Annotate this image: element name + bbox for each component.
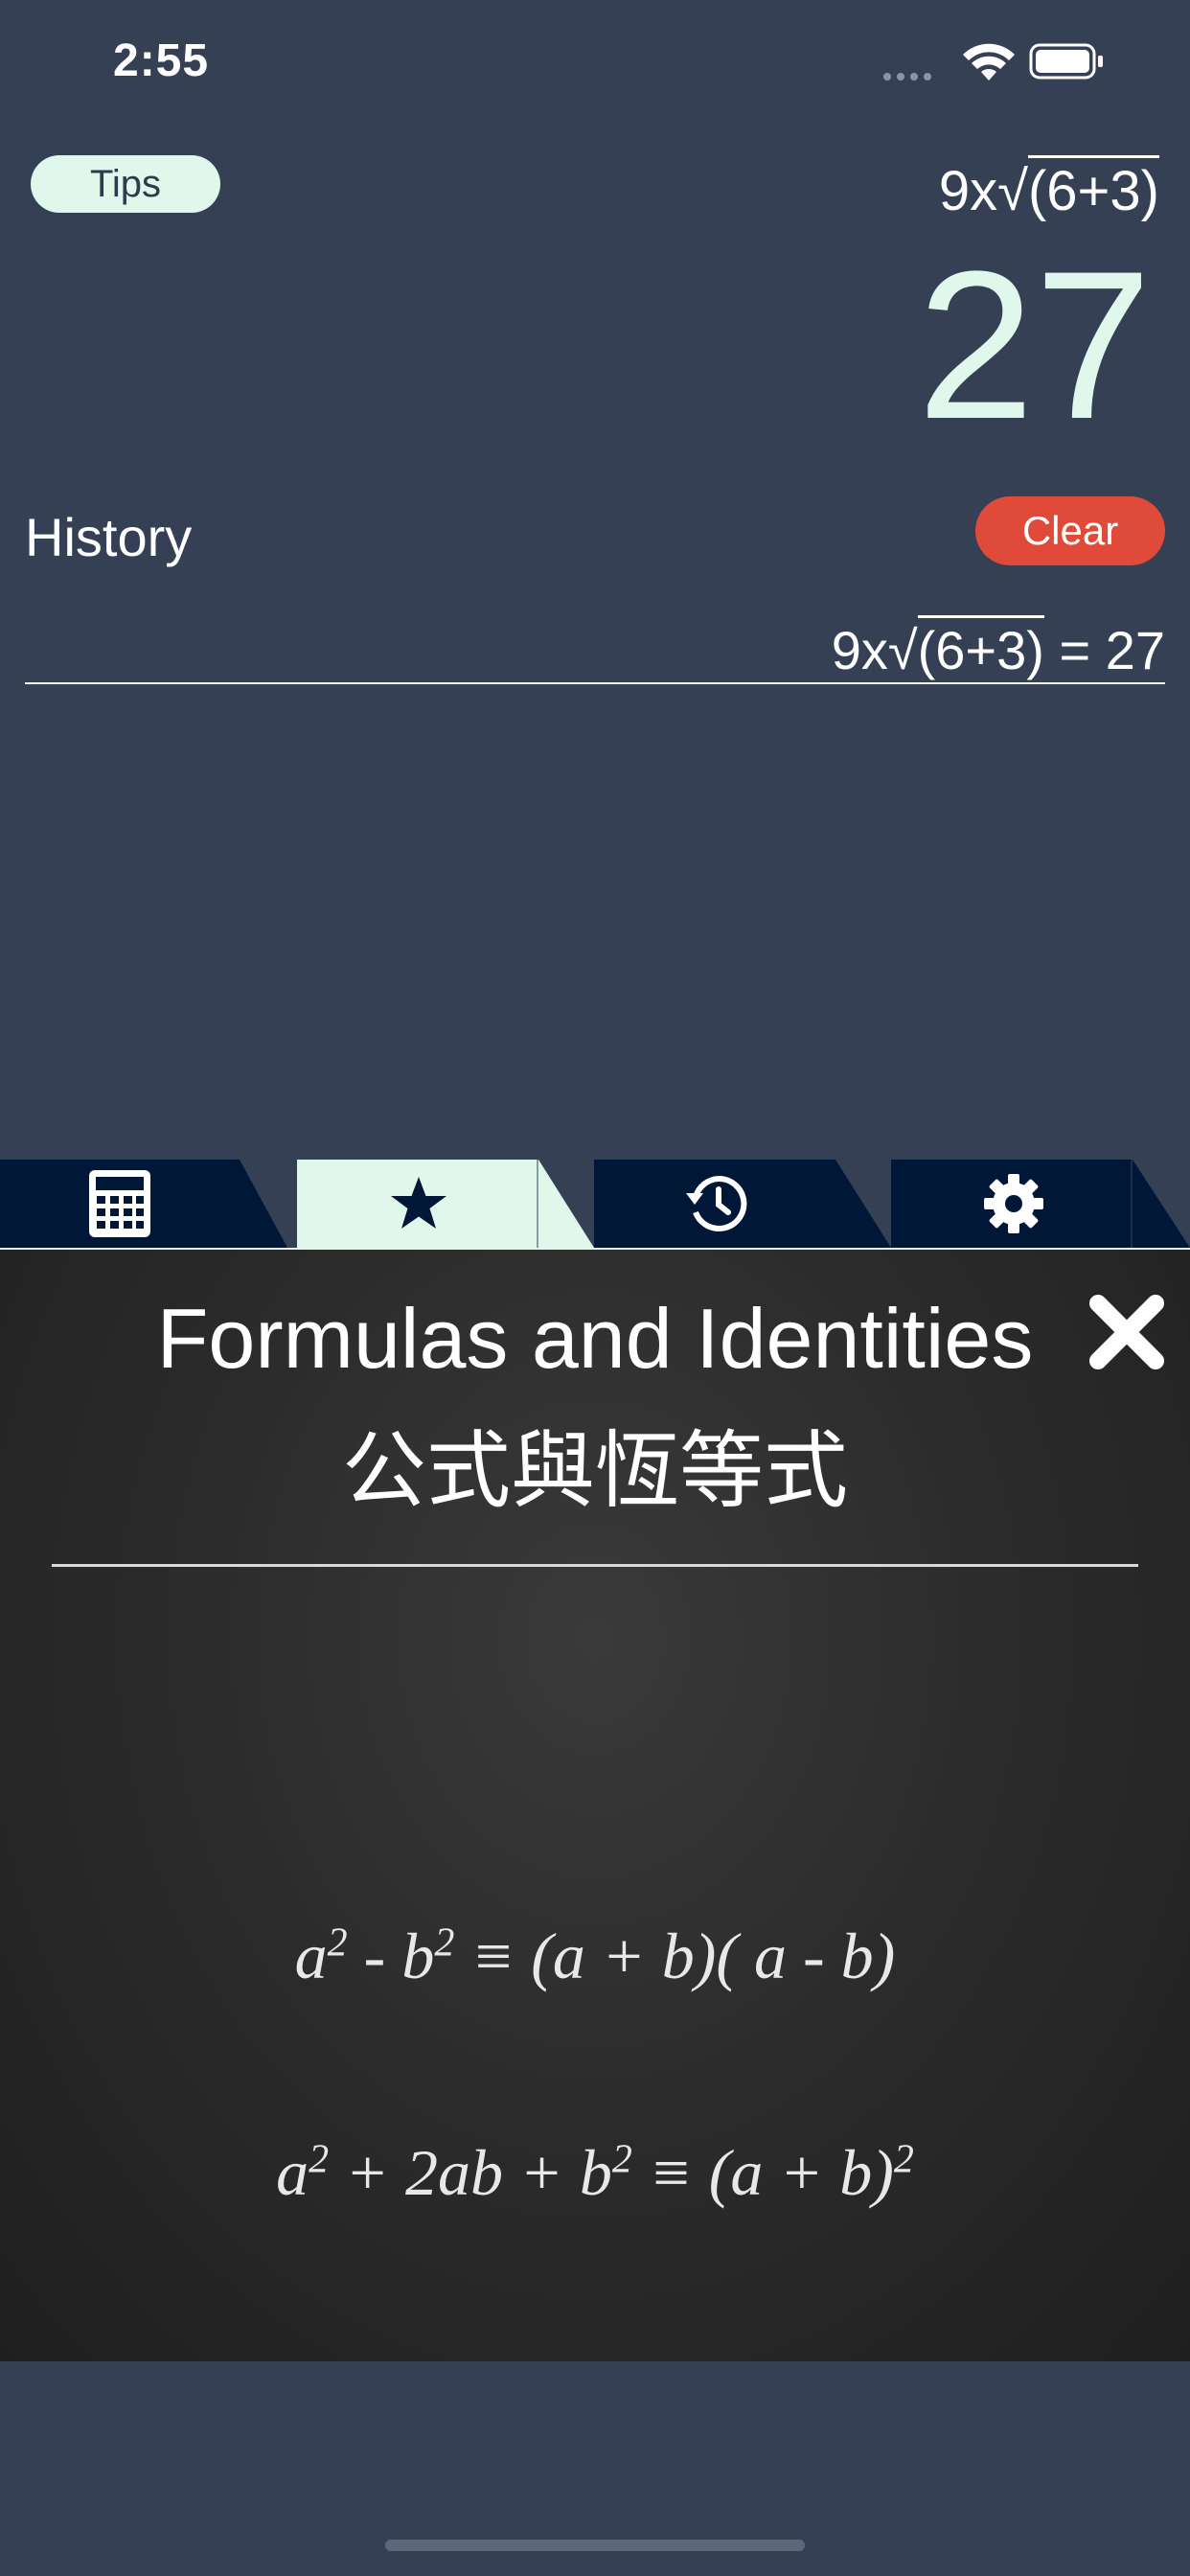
result-display: 27 bbox=[917, 227, 1152, 463]
tab-calculator[interactable] bbox=[0, 1160, 287, 1248]
formula-difference-of-squares: a2 - b2 ≡ (a + b)( a - b) bbox=[294, 1920, 896, 1992]
expression-display: 9x√(6+3) bbox=[938, 155, 1159, 223]
battery-icon bbox=[1029, 43, 1103, 80]
signal-icon bbox=[883, 73, 891, 80]
close-icon[interactable] bbox=[1088, 1294, 1165, 1370]
history-entry-result: = 27 bbox=[1043, 620, 1165, 680]
history-icon bbox=[686, 1175, 747, 1231]
expression-radicand: (6+3) bbox=[1027, 155, 1159, 222]
tab-settings[interactable] bbox=[891, 1160, 1190, 1248]
history-entry[interactable]: 9x√(6+3) = 27 bbox=[831, 615, 1165, 681]
calculator-icon bbox=[89, 1170, 150, 1237]
status-icons bbox=[883, 40, 1133, 88]
history-title: History bbox=[25, 507, 193, 567]
history-divider bbox=[25, 682, 1165, 684]
tips-button[interactable]: Tips bbox=[31, 155, 220, 213]
tab-history[interactable] bbox=[594, 1160, 891, 1248]
formula-square-of-sum: a2 + 2ab + b2 ≡ (a + b)2 bbox=[276, 2136, 914, 2209]
home-indicator[interactable] bbox=[385, 2540, 805, 2551]
formulas-panel[interactable]: Formulas and Identities 公式與恆等式 a2 - b2 ≡… bbox=[0, 1250, 1190, 2361]
formula-partial bbox=[0, 2333, 1190, 2361]
panel-divider bbox=[52, 1564, 1138, 1567]
tab-bar bbox=[0, 1160, 1190, 1248]
status-time: 2:55 bbox=[113, 35, 210, 86]
expression-prefix: 9x√ bbox=[938, 160, 1028, 222]
clear-history-button[interactable]: Clear bbox=[975, 496, 1165, 565]
history-entry-prefix: 9x√ bbox=[831, 620, 918, 680]
wifi-icon bbox=[963, 43, 1015, 80]
history-entry-radicand: (6+3) bbox=[917, 615, 1044, 680]
star-icon bbox=[391, 1177, 446, 1229]
panel-title-english: Formulas and Identities bbox=[156, 1291, 1034, 1386]
tab-formulas[interactable] bbox=[297, 1160, 594, 1248]
panel-title-chinese: 公式與恆等式 bbox=[341, 1421, 848, 1520]
gear-icon bbox=[984, 1174, 1043, 1233]
